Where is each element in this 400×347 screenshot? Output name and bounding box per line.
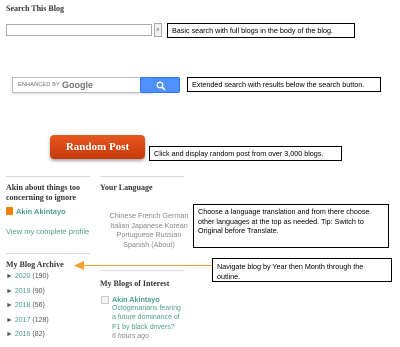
divider: [100, 176, 184, 177]
post-time: 6 hours ago: [112, 333, 149, 340]
callout-archive: Navigate blog by Year then Month through…: [212, 258, 392, 282]
archive-item[interactable]: ► 2020 (190): [6, 273, 96, 288]
search-input[interactable]: [6, 24, 152, 36]
blogs-interest-post-link[interactable]: Octogenarians fearing a future dominance…: [112, 304, 181, 332]
divider: [6, 176, 90, 177]
archive-item[interactable]: ► 2016 (82): [6, 331, 96, 346]
search-button[interactable]: ⌕: [154, 23, 162, 37]
archive-item[interactable]: ► 2019 (90): [6, 288, 96, 303]
callout-language: Choose a language translation and from t…: [193, 204, 389, 248]
blogs-interest-title: My Blogs of Interest: [100, 279, 170, 288]
archive-title: My Blog Archive: [6, 260, 64, 269]
callout-basic-search: Basic search with full blogs in the body…: [167, 23, 355, 38]
google-search-input[interactable]: ENHANCED BY Google: [12, 77, 152, 93]
magnifier-icon: ⌕: [156, 27, 160, 33]
google-search-button[interactable]: [140, 77, 180, 93]
view-profile-link[interactable]: View my complete profile: [6, 227, 89, 236]
about-title: Akin about things too concerning to igno…: [6, 183, 81, 202]
language-title: Your Language: [100, 183, 153, 192]
blog-favicon: [101, 296, 109, 304]
arrow-head-icon: [74, 261, 84, 270]
archive-list: ► 2020 (190) ► 2019 (90) ► 2018 (56) ► 2…: [6, 273, 96, 346]
search-blog-title: Search This Blog: [6, 4, 64, 13]
archive-pointer-arrow: [78, 265, 212, 266]
archive-item[interactable]: ► 2018 (56): [6, 302, 96, 317]
google-logo: Google: [62, 80, 93, 90]
callout-random-post: Click and display random post from over …: [149, 146, 342, 161]
search-icon: [156, 81, 166, 91]
blogger-icon: [6, 207, 13, 215]
about-author-link[interactable]: Akin Akintayo: [16, 207, 66, 216]
archive-item[interactable]: ► 2017 (128): [6, 317, 96, 332]
divider: [6, 253, 90, 254]
language-list[interactable]: Chinese French German Italian Japanese K…: [103, 211, 195, 249]
callout-extended-search: Extended search with results below the s…: [187, 77, 381, 92]
enhanced-by-label: ENHANCED BY: [18, 82, 60, 88]
random-post-button[interactable]: Random Post: [50, 135, 145, 159]
divider: [100, 270, 184, 271]
blogs-interest-author[interactable]: Akin Akintayo: [112, 295, 160, 304]
